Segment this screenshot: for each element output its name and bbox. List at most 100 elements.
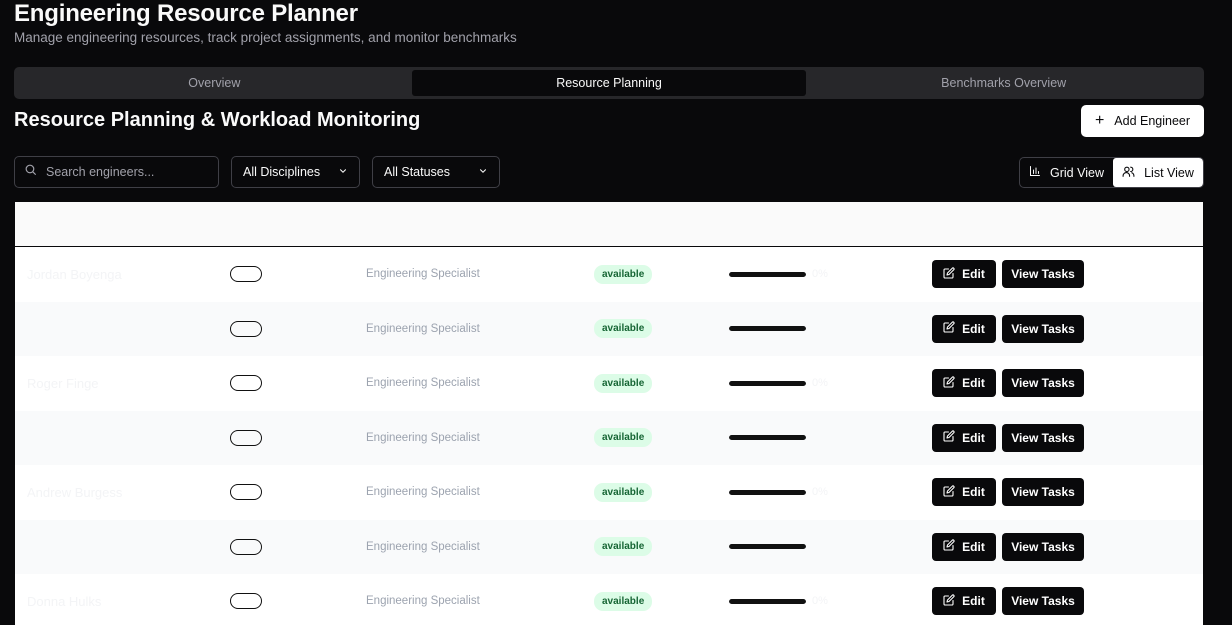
edit-label: Edit — [962, 321, 985, 336]
edit-icon — [943, 539, 955, 554]
chevron-down-icon — [478, 165, 488, 179]
actions-cell: Edit View Tasks — [932, 465, 1084, 520]
utilization-bar — [729, 271, 806, 277]
discipline-select[interactable]: All Disciplines — [231, 156, 360, 188]
availability-toggle[interactable] — [230, 320, 262, 337]
edit-label: Edit — [962, 267, 985, 282]
actions-cell: Edit View Tasks — [932, 302, 1084, 357]
status-badge: available — [594, 373, 653, 393]
view-tasks-button[interactable]: View Tasks — [1002, 260, 1084, 289]
actions-cell: Edit View Tasks — [932, 356, 1084, 411]
search-input[interactable] — [46, 165, 206, 179]
engineer-table: Jordan Boyenga Engineering Specialist av… — [15, 202, 1203, 625]
utilization-bar-fill — [729, 326, 806, 332]
bar-chart-icon — [1029, 165, 1041, 180]
availability-toggle[interactable] — [230, 484, 262, 501]
engineer-title: Engineering Specialist — [366, 377, 480, 390]
engineer-title: Engineering Specialist — [366, 322, 480, 335]
view-tasks-button[interactable]: View Tasks — [1002, 478, 1084, 507]
utilization-cell — [729, 302, 812, 357]
status-cell: available — [594, 411, 653, 466]
utilization-cell: 0% — [729, 247, 828, 302]
status-cell: available — [594, 302, 653, 357]
table-row: Jordan Boyenga Engineering Specialist av… — [15, 247, 1203, 302]
table-row: Donna Hulks Engineering Specialist avail… — [15, 574, 1203, 625]
view-tasks-button[interactable]: View Tasks — [1002, 369, 1084, 398]
search-icon — [24, 163, 37, 181]
view-tasks-button[interactable]: View Tasks — [1002, 314, 1084, 343]
availability-toggle[interactable] — [230, 266, 262, 283]
engineer-name: Andrew Burgess — [27, 484, 123, 500]
table-row: Andrew Burgess Engineering Specialist av… — [15, 465, 1203, 520]
engineer-title: Engineering Specialist — [366, 431, 480, 444]
grid-view-button[interactable]: Grid View — [1020, 158, 1113, 187]
utilization-bar-fill — [729, 598, 806, 604]
engineer-name: Jordan Boyenga — [27, 266, 122, 282]
availability-toggle[interactable] — [230, 375, 262, 392]
edit-button[interactable]: Edit — [932, 314, 996, 343]
engineer-name: Roger Finge — [27, 375, 99, 391]
engineer-title: Engineering Specialist — [366, 486, 480, 499]
edit-button[interactable]: Edit — [932, 260, 996, 289]
app-title: Engineering Resource Planner — [14, 0, 358, 27]
status-select-value: All Statuses — [384, 165, 451, 179]
engineer-title: Engineering Specialist — [366, 540, 480, 553]
edit-icon — [943, 430, 955, 445]
plus-icon: + — [1094, 112, 1105, 129]
main-tabs: Overview Resource Planning Benchmarks Ov… — [14, 67, 1204, 99]
users-icon — [1122, 165, 1135, 181]
add-engineer-label: Add Engineer — [1114, 114, 1191, 128]
tab-benchmarks-overview[interactable]: Benchmarks Overview — [806, 70, 1201, 96]
utilization-bar — [729, 544, 806, 550]
list-view-button[interactable]: List View — [1113, 158, 1203, 187]
app-subtitle: Manage engineering resources, track proj… — [14, 30, 517, 45]
table-header — [15, 202, 1203, 247]
status-cell: available — [594, 356, 653, 411]
availability-toggle-cell — [230, 302, 262, 357]
view-tasks-button[interactable]: View Tasks — [1002, 423, 1084, 452]
utilization-bar-fill — [729, 489, 806, 495]
availability-toggle-cell — [230, 574, 262, 625]
availability-toggle[interactable] — [230, 593, 262, 610]
discipline-select-value: All Disciplines — [243, 165, 321, 179]
edit-button[interactable]: Edit — [932, 587, 996, 616]
utilization-percent: 0% — [812, 595, 828, 608]
search-box — [14, 156, 219, 188]
utilization-bar-fill — [729, 380, 806, 386]
availability-toggle-cell — [230, 520, 262, 575]
utilization-cell: 0% — [729, 574, 828, 625]
edit-button[interactable]: Edit — [932, 532, 996, 561]
view-tasks-button[interactable]: View Tasks — [1002, 587, 1084, 616]
status-badge: available — [594, 482, 653, 502]
edit-icon — [943, 321, 955, 336]
edit-button[interactable]: Edit — [932, 478, 996, 507]
actions-cell: Edit View Tasks — [932, 574, 1084, 625]
add-engineer-button[interactable]: + Add Engineer — [1081, 105, 1204, 137]
status-badge: available — [594, 428, 653, 448]
tab-resource-planning[interactable]: Resource Planning — [411, 70, 807, 96]
availability-toggle-cell — [230, 465, 262, 520]
grid-view-label: Grid View — [1050, 165, 1104, 180]
utilization-cell: 0% — [729, 356, 828, 411]
engineer-name: Donna Hulks — [27, 593, 102, 609]
edit-button[interactable]: Edit — [932, 369, 996, 398]
status-cell: available — [594, 574, 653, 625]
status-badge: available — [594, 264, 653, 284]
status-cell: available — [594, 247, 653, 302]
status-select[interactable]: All Statuses — [372, 156, 500, 188]
utilization-bar-fill — [729, 544, 806, 550]
edit-label: Edit — [962, 430, 985, 445]
view-tasks-button[interactable]: View Tasks — [1002, 532, 1084, 561]
tab-overview[interactable]: Overview — [17, 70, 412, 96]
availability-toggle[interactable] — [230, 538, 262, 555]
edit-button[interactable]: Edit — [932, 423, 996, 452]
availability-toggle[interactable] — [230, 429, 262, 446]
utilization-percent: 0% — [812, 268, 828, 281]
utilization-cell — [729, 520, 812, 575]
status-cell: available — [594, 520, 653, 575]
table-row: Engineering Specialist available Edit Vi… — [15, 410, 1203, 466]
list-view-label: List View — [1144, 165, 1194, 180]
utilization-bar — [729, 489, 806, 495]
edit-label: Edit — [962, 376, 985, 391]
actions-cell: Edit View Tasks — [932, 411, 1084, 466]
